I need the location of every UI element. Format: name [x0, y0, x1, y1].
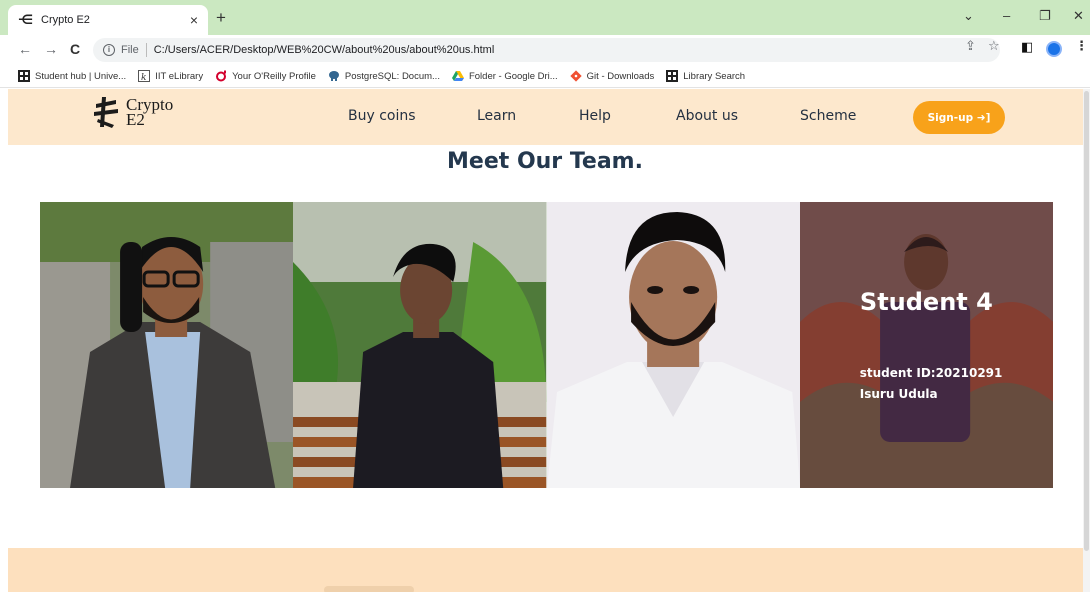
bookmark-label: Library Search [683, 70, 746, 82]
team-gallery: Student 4 student ID:20210291 Isuru Udul… [40, 202, 1053, 488]
share-icon[interactable]: ⇪ [965, 38, 976, 54]
address-url[interactable]: C:/Users/ACER/Desktop/WEB%20CW/about%20u… [154, 44, 495, 56]
minimize-button[interactable]: – [1003, 8, 1010, 24]
bookmark-item[interactable]: Student hub | Unive... [18, 70, 126, 82]
info-icon[interactable]: i [103, 44, 115, 56]
member-student-id: student ID:20210291 [859, 366, 1003, 380]
crypto-logo-icon: ⋲ [18, 12, 34, 27]
logo-line-2: E2 [126, 110, 145, 129]
page-scrollbar[interactable] [1083, 89, 1090, 592]
bookmark-label: Your O'Reilly Profile [232, 70, 316, 82]
grid-icon [666, 70, 679, 82]
scrollbar-thumb[interactable] [1084, 91, 1089, 551]
new-tab-button[interactable]: + [216, 9, 226, 26]
bookmarks-bar: Student hub | Unive... k IIT eLibrary Yo… [0, 65, 1090, 88]
git-icon [570, 70, 582, 82]
nav-link-about-us[interactable]: About us [676, 108, 738, 124]
address-bar[interactable]: i File C:/Users/ACER/Desktop/WEB%20CW/ab… [93, 38, 1000, 62]
nav-link-scheme[interactable]: Scheme [800, 108, 856, 124]
elephant-icon [328, 71, 339, 81]
browser-tab-strip: ⋲ Crypto E2 × + ⌄ – ❐ ✕ [0, 0, 1090, 35]
grid-icon [18, 70, 30, 82]
member-title: Student 4 [859, 288, 993, 316]
member-name: Isuru Udula [859, 387, 938, 401]
bookmark-item[interactable]: Your O'Reilly Profile [215, 70, 316, 82]
footer-cutoff-text [324, 586, 414, 592]
k-icon: k [138, 70, 151, 82]
restore-button[interactable]: ❐ [1039, 8, 1051, 24]
bookmark-label: PostgreSQL: Docum... [344, 70, 440, 82]
team-member-card[interactable] [546, 202, 800, 488]
member-info-overlay: Student 4 student ID:20210291 Isuru Udul… [799, 202, 1053, 488]
page-viewport: Crypto E2 Buy coins Learn Help About us … [0, 89, 1090, 592]
team-member-photo [40, 202, 294, 488]
bookmark-item[interactable]: k IIT eLibrary [138, 70, 203, 82]
team-member-card[interactable] [40, 202, 294, 488]
oreilly-icon [216, 70, 227, 82]
team-member-photo [293, 202, 547, 488]
scheme-label: File [121, 44, 139, 56]
bookmark-item[interactable]: PostgreSQL: Docum... [328, 70, 440, 82]
team-member-card[interactable] [293, 202, 547, 488]
menu-kebab-icon[interactable]: ⋮ [1075, 38, 1088, 54]
bookmark-star-icon[interactable]: ☆ [988, 38, 1000, 54]
profile-avatar-icon[interactable] [1046, 41, 1062, 57]
tab-search-icon[interactable]: ⌄ [963, 8, 974, 24]
bookmark-label: Student hub | Unive... [35, 70, 127, 82]
reload-button[interactable]: C [70, 41, 80, 57]
footer-section [8, 548, 1085, 592]
nav-link-help[interactable]: Help [579, 108, 611, 124]
bookmark-item[interactable]: Library Search [666, 70, 745, 82]
signup-button[interactable]: Sign-up ➜] [913, 101, 1005, 134]
side-panel-icon[interactable]: ◧ [1021, 39, 1033, 55]
browser-tab[interactable]: ⋲ Crypto E2 × [8, 5, 208, 35]
svg-text:k: k [141, 73, 146, 82]
team-member-card[interactable]: Student 4 student ID:20210291 Isuru Udul… [799, 202, 1053, 488]
tab-title: Crypto E2 [41, 14, 90, 26]
bookmark-item[interactable]: Git - Downloads [570, 70, 655, 82]
site-navbar: Crypto E2 Buy coins Learn Help About us … [8, 89, 1085, 145]
nav-link-learn[interactable]: Learn [477, 108, 516, 124]
team-member-photo [546, 202, 800, 488]
forward-button[interactable]: → [44, 41, 58, 57]
drive-icon [451, 71, 464, 81]
bookmark-label: IIT eLibrary [155, 70, 204, 82]
crypto-logo-icon [94, 97, 118, 128]
nav-link-buy-coins[interactable]: Buy coins [348, 108, 416, 124]
close-window-button[interactable]: ✕ [1073, 8, 1084, 24]
page-title: Meet Our Team. [447, 149, 643, 174]
address-separator [145, 43, 147, 57]
browser-toolbar: ← → C i File C:/Users/ACER/Desktop/WEB%2… [0, 35, 1090, 65]
bookmark-label: Git - Downloads [586, 70, 655, 82]
back-button[interactable]: ← [18, 41, 32, 57]
site-logo[interactable]: Crypto E2 [92, 95, 173, 129]
close-tab-icon[interactable]: × [190, 12, 198, 28]
bookmark-label: Folder - Google Dri... [468, 70, 558, 82]
bookmark-item[interactable]: Folder - Google Dri... [451, 70, 558, 82]
